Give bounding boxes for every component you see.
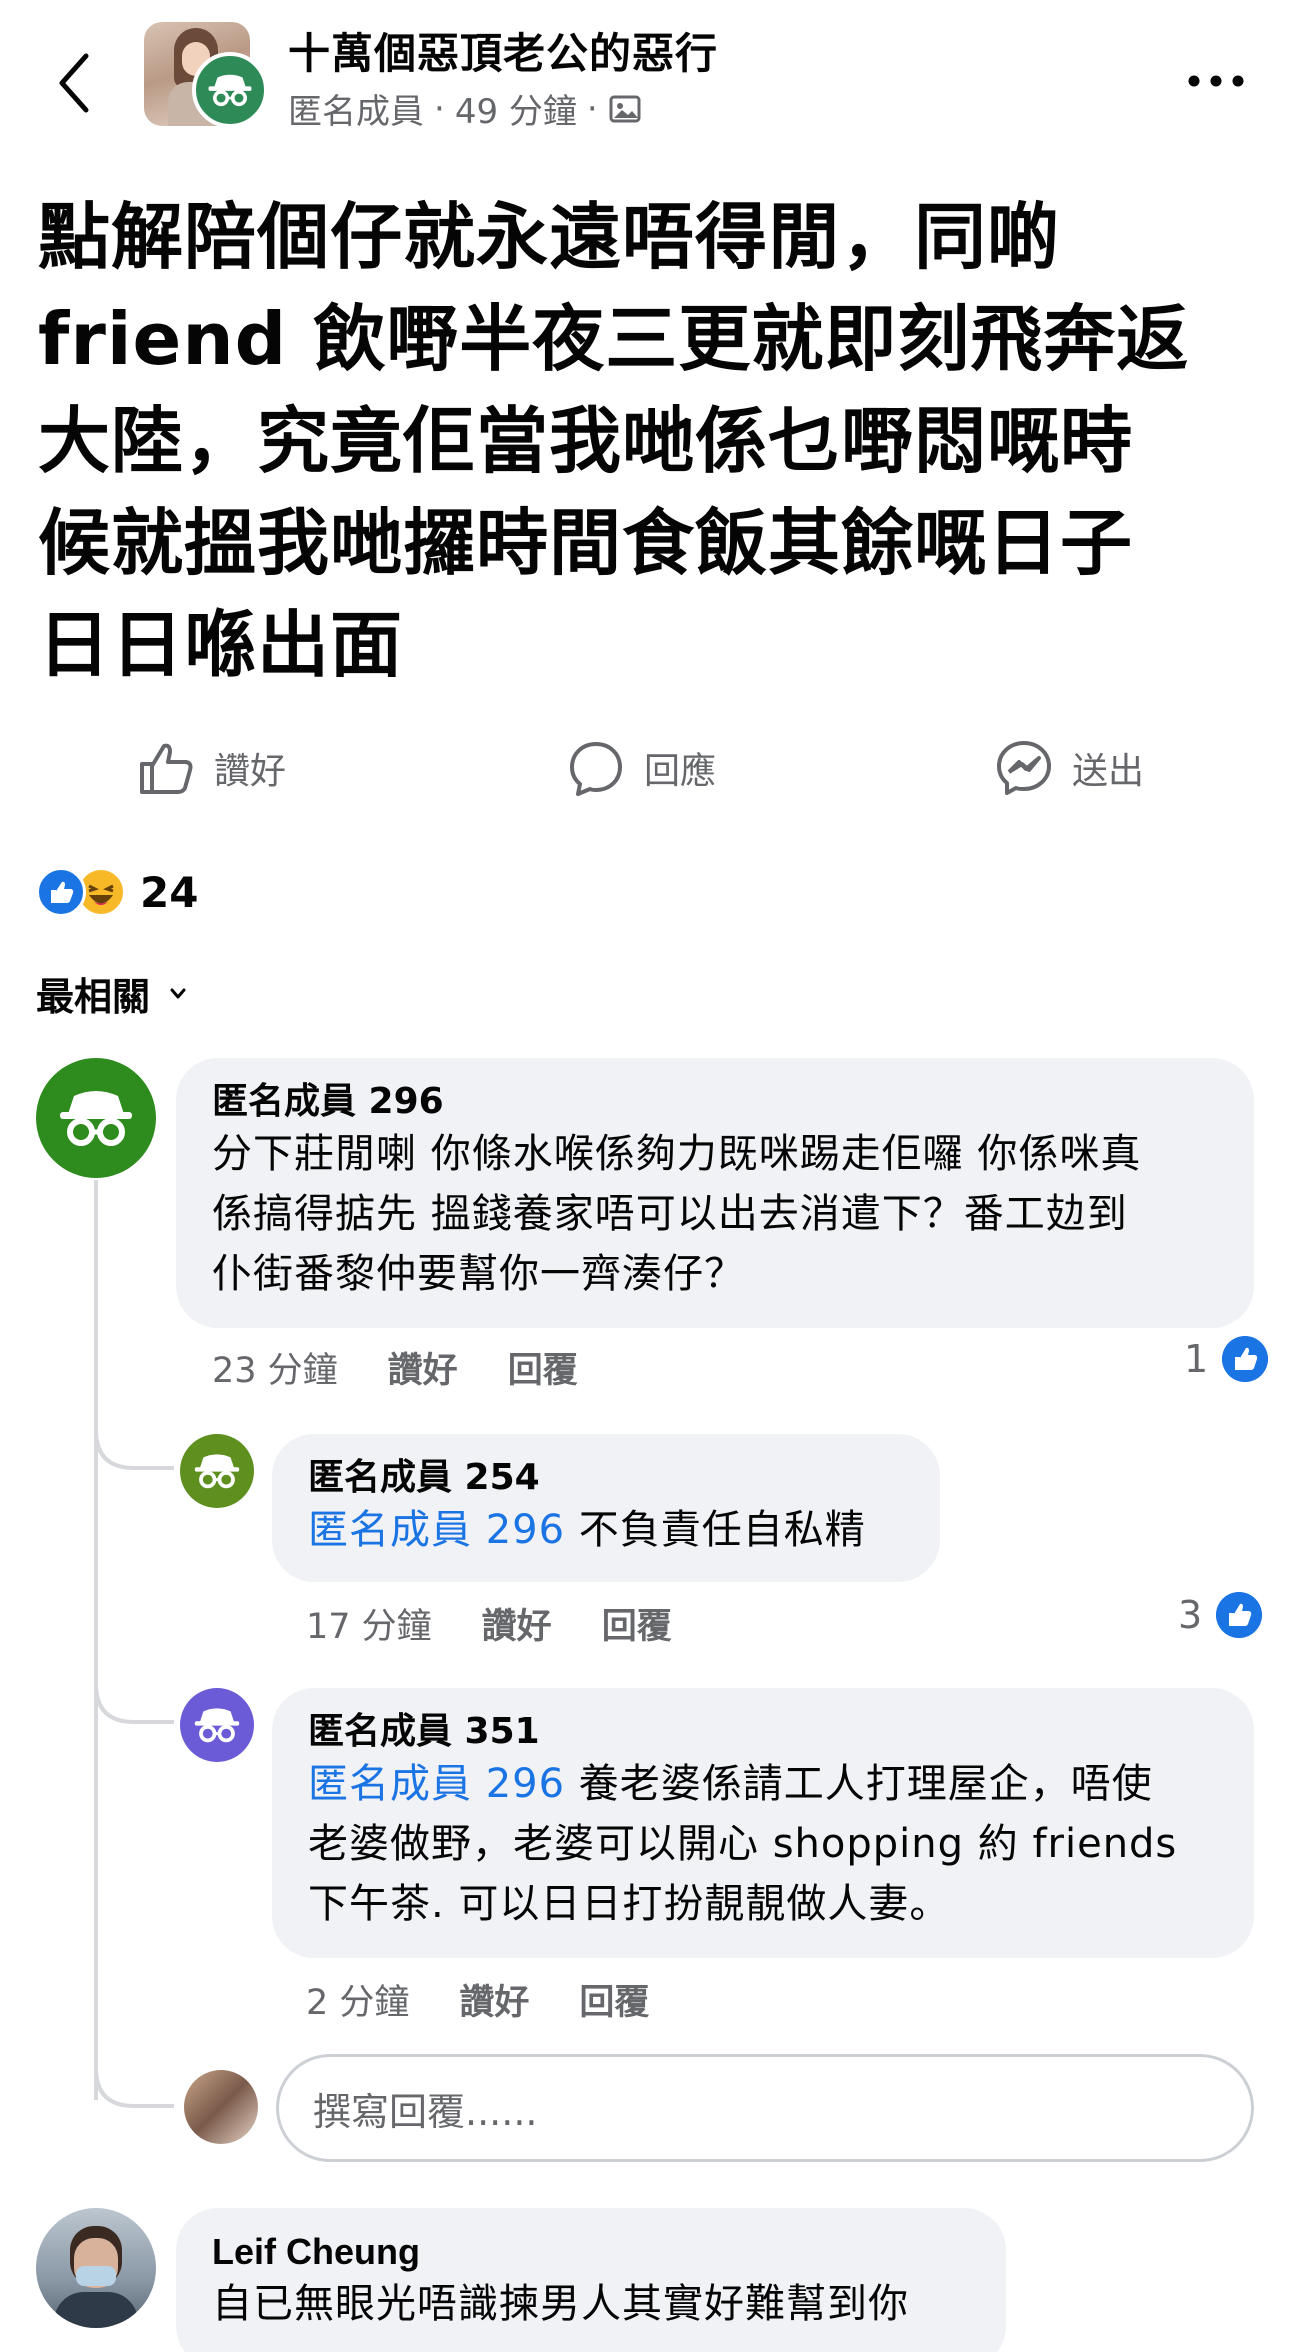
comment-line: 下午茶. 可以日日打扮靚靚做人妻。 [308,1881,951,1927]
thumbs-up-icon [140,743,193,794]
comment-button[interactable]: 回應 [566,738,716,798]
group-privacy-icon [609,95,641,122]
like-label: 讚好 [214,751,287,792]
comment-like-count[interactable]: 1 [1184,1336,1269,1382]
back-arrow-icon[interactable] [52,50,96,116]
comment-meta: 17 分鐘 讚好 回覆 [306,1598,672,1649]
thread-branch [94,1390,174,1470]
anonymous-badge-icon [192,52,268,128]
like-reaction-icon [36,867,86,917]
thread-branch [94,2028,174,2108]
post-line: friend 飲嘢半夜三更就即刻飛奔返 [38,297,1190,381]
chevron-down-icon [170,988,186,998]
comment-like-count[interactable]: 3 [1178,1592,1263,1638]
comment-text: 分下莊閒喇 你條水喉係夠力既咪踢走佢囉 你係咪真 係搞得掂先 搵錢養家唔可以出去… [212,1124,1218,1304]
comment-time[interactable]: 2 分鐘 [306,1974,409,2025]
send-label: 送出 [1072,751,1145,792]
post-line: 大陸，究竟佢當我哋係乜嘢悶嘅時 [38,399,1134,483]
reply-input[interactable]: 撰寫回覆...... [276,2054,1254,2162]
like-reaction-icon [1216,1592,1263,1638]
post-line: 候就搵我哋攞時間食飯其餘嘅日子 [38,501,1134,585]
post-header: 十萬個惡頂老公的惡行 匿名成員 · 49 分鐘 · [0,0,1290,150]
meta-separator-2: · [586,88,598,129]
comment-line: 不負責任自私精 [578,1507,866,1553]
comment-author[interactable]: 匿名成員 296 [212,1080,1218,1124]
commenter-avatar[interactable] [180,1688,254,1762]
like-count-number: 1 [1184,1337,1209,1381]
commenter-avatar[interactable] [36,2208,156,2328]
comment-text: 匿名成員 296 養老婆係請工人打理屋企，唔使 老婆做野，老婆可以開心 shop… [308,1754,1218,1934]
comment-author[interactable]: Leif Cheung [212,2230,970,2274]
like-count-number: 3 [1178,1593,1203,1637]
anonymous-icon [194,1708,240,1743]
group-name[interactable]: 十萬個惡頂老公的惡行 [288,20,718,81]
post-line: 點解陪個仔就永遠唔得閒，同啲 [38,195,1061,279]
poster-name[interactable]: 匿名成員 [288,84,424,133]
comment-bubble[interactable]: 匿名成員 296 分下莊閒喇 你條水喉係夠力既咪踢走佢囉 你係咪真 係搞得掂先 … [176,1058,1254,1328]
messenger-icon [997,741,1051,795]
comment-line: 老婆做野，老婆可以開心 shopping 約 friends [308,1821,1178,1867]
meta-separator: · [434,88,445,129]
like-button[interactable]: 讚好 [136,738,286,798]
comment-reply-button[interactable]: 回覆 [508,1342,578,1393]
commenter-avatar[interactable] [36,1058,156,1178]
comment-sort-dropdown[interactable]: 最相關 [36,966,188,1021]
thread-line [94,1180,98,2100]
comment-like-button[interactable]: 讚好 [482,1598,552,1649]
thread-branch [94,1644,174,1724]
reaction-count: 24 [140,867,199,917]
commenter-avatar[interactable] [180,1434,254,1508]
comment-bubble-icon [570,742,622,796]
reply-placeholder: 撰寫回覆...... [313,2089,538,2134]
post-meta: 匿名成員 · 49 分鐘 · [288,84,642,133]
like-reaction-icon [1222,1336,1269,1382]
comment-like-button[interactable]: 讚好 [459,1974,529,2025]
send-button[interactable]: 送出 [994,738,1144,798]
comment-reply-button[interactable]: 回覆 [602,1598,672,1649]
post-body: 點解陪個仔就永遠唔得閒，同啲 friend 飲嘢半夜三更就即刻飛奔返 大陸，究竟… [38,186,1260,696]
anonymous-icon [194,1454,240,1489]
comment-time[interactable]: 23 分鐘 [212,1342,338,1393]
comment-bubble[interactable]: Leif Cheung 自已無眼光唔識揀男人其實好難幫到你 [176,2208,1006,2352]
comment-mention[interactable]: 匿名成員 296 [308,1507,565,1553]
comment-reply-button[interactable]: 回覆 [579,1974,649,2025]
comment-text: 自已無眼光唔識揀男人其實好難幫到你 [212,2281,909,2327]
comment-author[interactable]: 匿名成員 351 [308,1710,1218,1754]
comment-meta: 2 分鐘 讚好 回覆 [306,1974,649,2025]
comment-meta: 23 分鐘 讚好 回覆 [212,1342,578,1393]
reaction-summary[interactable]: 24 [36,864,198,920]
comment-line: 分下莊閒喇 你條水喉係夠力既咪踢走佢囉 你係咪真 [212,1131,1142,1177]
comment-like-button[interactable]: 讚好 [388,1342,458,1393]
comment-line: 係搞得掂先 搵錢養家唔可以出去消遣下？番工攰到 [212,1191,1128,1237]
my-avatar [184,2070,258,2144]
comment-mention[interactable]: 匿名成員 296 [308,1761,565,1807]
comment-bubble[interactable]: 匿名成員 254 匿名成員 296 不負責任自私精 [272,1434,940,1582]
comment-time[interactable]: 17 分鐘 [306,1598,432,1649]
anonymous-icon [60,1091,132,1146]
more-options-icon[interactable] [1186,66,1246,96]
comment-author[interactable]: 匿名成員 254 [308,1456,904,1500]
post-line: 日日喺出面 [38,603,404,687]
comment-bubble[interactable]: 匿名成員 351 匿名成員 296 養老婆係請工人打理屋企，唔使 老婆做野，老婆… [272,1688,1254,1958]
comment-label: 回應 [644,751,717,792]
comment-text: 匿名成員 296 不負責任自私精 [308,1500,904,1560]
post-time[interactable]: 49 分鐘 [455,84,577,133]
sort-label: 最相關 [36,975,151,1019]
post-action-bar: 讚好 回應 送出 [0,728,1290,808]
comment-line: 養老婆係請工人打理屋企，唔使 [578,1761,1153,1807]
comment-line: 仆街番黎仲要幫你一齊湊仔？ [212,1251,745,1297]
